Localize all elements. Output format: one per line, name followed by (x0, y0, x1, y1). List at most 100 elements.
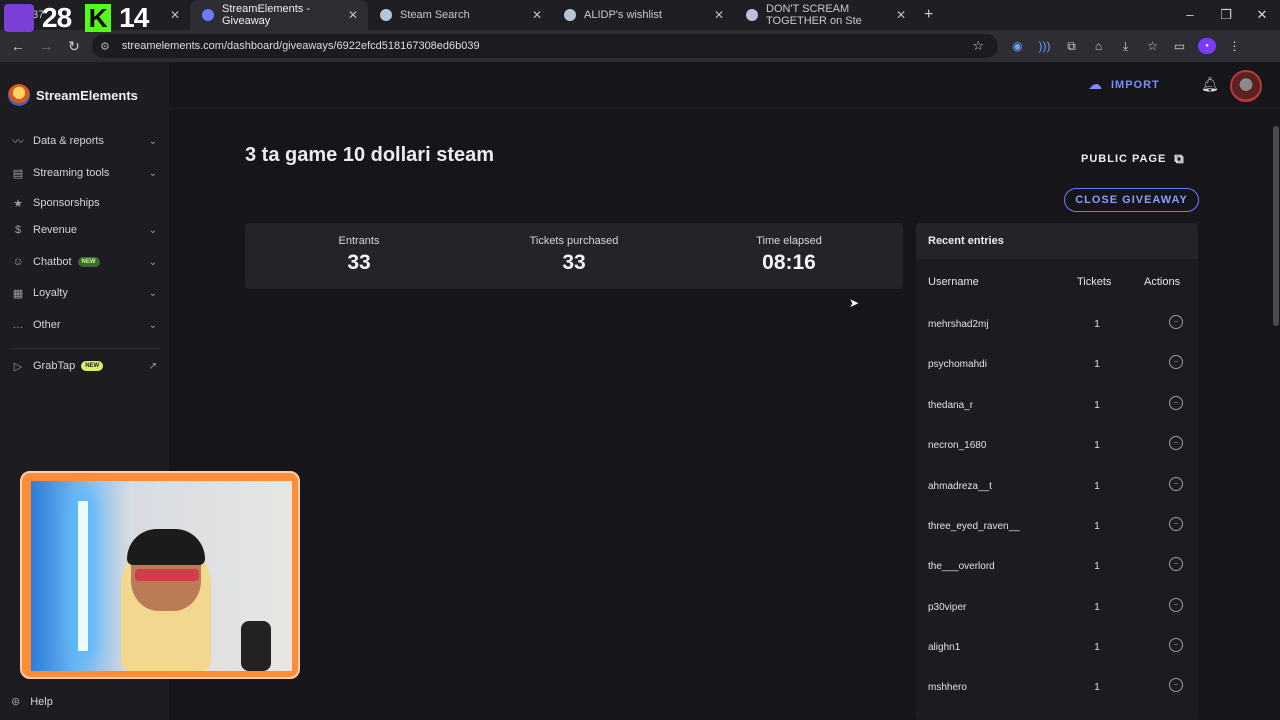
favorites-icon[interactable]: ☆ (1139, 39, 1166, 53)
sidebar-item-label: Chatbot (33, 256, 72, 268)
stat-value: 33 (347, 251, 371, 274)
new-tab-button[interactable]: + (924, 6, 933, 24)
entry-username: necron_1680 (928, 440, 987, 451)
sidebar-item-sponsorships[interactable]: ★ Sponsorships (0, 191, 169, 215)
chevron-down-icon: ⌄ (148, 319, 157, 331)
remove-entry-icon[interactable]: − (1169, 355, 1183, 369)
download-icon[interactable]: ⤓ (1112, 39, 1139, 54)
stat-value: 33 (562, 251, 586, 274)
stream-overlay-counters: 28 K 14 (4, 2, 149, 34)
column-header-tickets[interactable]: Tickets (1077, 276, 1111, 288)
sidebar-item-data-reports[interactable]: 〰 Data & reports ⌄ (0, 129, 169, 153)
twitch-logo-icon (4, 4, 34, 32)
extensions-puzzle-icon[interactable]: ⧉ (1058, 39, 1085, 54)
table-row: psychomahdi 1 − (916, 345, 1198, 385)
sidebar-item-chatbot[interactable]: ☺ Chatbot NEW ⌄ (0, 250, 169, 274)
stat-entrants: Entrants 33 (259, 235, 459, 275)
steam-icon (564, 9, 576, 21)
help-label: Help (30, 695, 53, 708)
streamelements-logo-icon (8, 84, 30, 106)
sidebar-item-label: Data & reports (33, 135, 104, 147)
table-row: mehrshad2mj 1 − (916, 305, 1198, 345)
remove-entry-icon[interactable]: − (1169, 477, 1183, 491)
remove-entry-icon[interactable]: − (1169, 396, 1183, 410)
sidebar-item-loyalty[interactable]: ▦ Loyalty ⌄ (0, 281, 169, 305)
minimize-button[interactable]: – (1172, 0, 1208, 30)
tab-label: DON'T SCREAM TOGETHER on Ste (766, 3, 862, 27)
remove-entry-icon[interactable]: − (1169, 638, 1183, 652)
close-icon[interactable]: ✕ (170, 8, 180, 22)
table-row: necron_1680 1 − (916, 426, 1198, 466)
address-bar[interactable]: ⚙ streamelements.com/dashboard/giveaways… (92, 34, 998, 58)
back-arrow-icon[interactable]: ← (4, 38, 32, 54)
loyalty-icon: ▦ (12, 287, 24, 300)
sidebar-divider (10, 348, 160, 349)
remove-entry-icon[interactable]: − (1169, 598, 1183, 612)
light-tube (78, 501, 88, 651)
public-page-label: PUBLIC PAGE (1081, 153, 1167, 165)
sidebar-item-other[interactable]: … Other ⌄ (0, 313, 169, 337)
bell-icon[interactable]: 🔔︎ (1201, 76, 1219, 93)
external-link-icon: ↗ (148, 360, 157, 372)
extension-globe-icon[interactable]: ◉ (1004, 39, 1031, 53)
entry-username: thedana_r (928, 400, 974, 411)
extension-audio-icon[interactable]: ))) (1031, 39, 1058, 53)
split-view-icon[interactable]: ▭ (1166, 39, 1193, 53)
remove-entry-icon[interactable]: − (1169, 557, 1183, 571)
tab-steam-search[interactable]: Steam Search ✕ (368, 0, 552, 30)
reload-icon[interactable]: ↻ (60, 38, 88, 55)
page-scrollbar[interactable] (1273, 126, 1279, 326)
stat-label: Time elapsed (756, 235, 822, 247)
tab-wishlist[interactable]: ALIDP's wishlist ✕ (552, 0, 734, 30)
entry-username: ahmadreza__t (928, 481, 992, 492)
sidebar-item-revenue[interactable]: $ Revenue ⌄ (0, 218, 169, 242)
remove-entry-icon[interactable]: − (1169, 315, 1183, 329)
chevron-down-icon: ⌄ (148, 287, 157, 299)
entry-tickets: 1 (1094, 481, 1100, 492)
tab-streamelements-giveaway[interactable]: StreamElements - Giveaway ✕ (190, 0, 368, 30)
public-page-link[interactable]: PUBLIC PAGE ⧉ (1081, 151, 1185, 167)
import-button[interactable]: ☁ IMPORT (1088, 76, 1160, 93)
sidebar-item-grabtap[interactable]: ▷ GrabTap NEW ↗ (0, 354, 169, 378)
menu-kebab-icon[interactable]: ⋮ (1221, 39, 1248, 53)
sidebar-item-label: Loyalty (33, 287, 68, 299)
site-info-icon[interactable]: ⚙ (100, 40, 110, 53)
webcam-video (31, 481, 292, 671)
tab-label: ALIDP's wishlist (584, 9, 662, 21)
entry-tickets: 1 (1094, 319, 1100, 330)
remove-entry-icon[interactable]: − (1169, 436, 1183, 450)
forward-arrow-icon[interactable]: → (32, 38, 60, 54)
brand-name: StreamElements (36, 87, 138, 103)
close-window-button[interactable]: ✕ (1244, 0, 1280, 30)
stat-label: Tickets purchased (529, 235, 619, 247)
sidebar-item-help[interactable]: ⊛ Help (11, 695, 53, 709)
close-icon[interactable]: ✕ (348, 8, 358, 22)
close-icon[interactable]: ✕ (532, 8, 542, 22)
incognito-icon[interactable]: ⌂ (1085, 39, 1112, 53)
close-icon[interactable]: ✕ (714, 8, 724, 22)
close-giveaway-button[interactable]: CLOSE GIVEAWAY (1064, 188, 1199, 212)
mouse-cursor-icon: ➤ (849, 296, 860, 310)
entry-username: alighn1 (928, 642, 961, 653)
stat-time-elapsed: Time elapsed 08:16 (689, 235, 889, 275)
maximize-button[interactable]: ❐ (1208, 0, 1244, 30)
table-row: alighn1 1 − (916, 628, 1198, 668)
viewer-count-a: 28 (42, 2, 72, 33)
sidebar-item-label: Streaming tools (33, 167, 110, 179)
remove-entry-icon[interactable]: − (1169, 517, 1183, 531)
url-text: streamelements.com/dashboard/giveaways/6… (121, 40, 480, 52)
bookmark-star-icon[interactable]: ☆ (972, 38, 984, 54)
layout-icon: ▤ (12, 167, 24, 180)
remove-entry-icon[interactable]: − (1169, 678, 1183, 692)
profile-icon[interactable]: ● (1198, 38, 1216, 54)
table-row: p30viper 1 − (916, 588, 1198, 628)
sidebar-item-label: Revenue (33, 224, 78, 236)
tab-dont-scream[interactable]: DON'T SCREAM TOGETHER on Ste ✕ (734, 0, 916, 30)
brand[interactable]: StreamElements (8, 84, 138, 106)
recent-entries-title: Recent entries (928, 235, 1004, 247)
close-icon[interactable]: ✕ (896, 8, 906, 22)
column-header-username[interactable]: Username (928, 276, 979, 288)
sidebar-item-streaming-tools[interactable]: ▤ Streaming tools ⌄ (0, 161, 169, 185)
entry-tickets: 1 (1094, 440, 1100, 451)
avatar[interactable] (1230, 70, 1262, 102)
